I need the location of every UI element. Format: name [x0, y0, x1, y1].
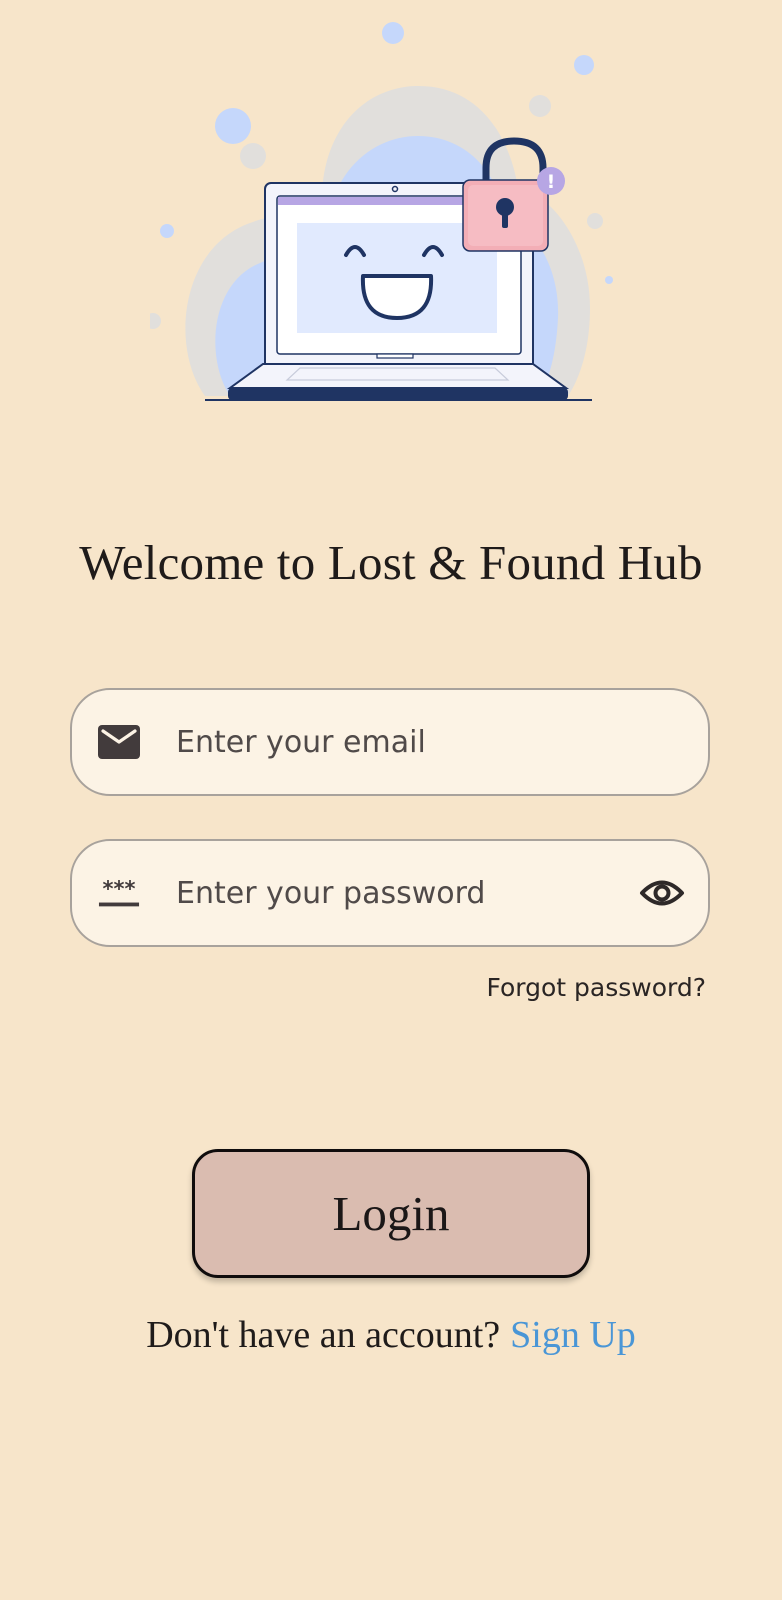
- page-title: Welcome to Lost & Found Hub: [79, 535, 703, 590]
- signup-prompt: Don't have an account?: [146, 1314, 501, 1356]
- email-field[interactable]: [70, 688, 710, 796]
- password-asterisks-icon: ***: [98, 872, 140, 914]
- email-input[interactable]: [176, 690, 596, 794]
- alert-badge-text: !: [547, 171, 556, 193]
- decor-dot: [215, 108, 251, 144]
- decor-dot: [150, 313, 161, 329]
- decor-dot: [587, 213, 603, 229]
- laptop-notch: [376, 353, 414, 359]
- svg-text:***: ***: [103, 878, 136, 901]
- forgot-password-link[interactable]: Forgot password?: [487, 973, 707, 1002]
- eye-icon[interactable]: [638, 869, 686, 917]
- decor-dot: [605, 276, 613, 284]
- laptop-base-edge: [228, 388, 568, 400]
- decor-dot: [240, 143, 266, 169]
- decor-dot: [160, 224, 174, 238]
- decor-dot: [529, 95, 551, 117]
- hero-illustration: !: [150, 22, 613, 401]
- keyhole-slot: [502, 210, 508, 228]
- smiley-mouth: [360, 274, 434, 320]
- mail-icon: [98, 721, 140, 763]
- login-button[interactable]: Login: [192, 1149, 590, 1278]
- signup-link[interactable]: Sign Up: [510, 1314, 636, 1356]
- decor-dot: [382, 22, 404, 44]
- password-input[interactable]: [176, 841, 596, 945]
- decor-dot: [574, 55, 594, 75]
- signup-row: Don't have an account? Sign Up: [0, 1313, 782, 1357]
- password-field[interactable]: ***: [70, 839, 710, 947]
